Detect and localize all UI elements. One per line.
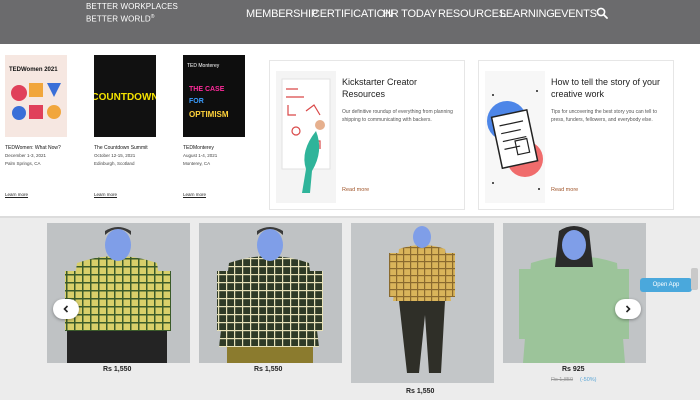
svg-text:FOR: FOR [189, 98, 204, 105]
event-date: October 12-15, 2021 [94, 153, 136, 158]
nav-item-hr-today[interactable]: HR TODAY [383, 0, 437, 28]
carousel-next-button[interactable] [615, 299, 641, 319]
product-photo [503, 223, 646, 363]
event-thumbnail: COUNTDOWN [94, 55, 156, 137]
event-learn-more-link[interactable]: Learn more [183, 192, 206, 197]
chevron-left-icon [63, 305, 69, 313]
product-photo [47, 223, 190, 363]
event-thumbnail: TEDWomen 2021 [5, 55, 67, 137]
product-discount: (-50%) [580, 377, 597, 383]
resource-read-more-link[interactable]: Read more [342, 187, 369, 193]
nav-item-resources[interactable]: RESOURCES [438, 0, 506, 28]
product-price: Rs 1,550 [103, 366, 132, 373]
resource-card[interactable]: Kickstarter Creator Resources Our defini… [269, 60, 465, 210]
event-learn-more-link[interactable]: Learn more [5, 192, 28, 197]
event-name: TEDWomen: What Now? [5, 145, 61, 151]
nav-label: MEMBERSHIP [246, 8, 318, 20]
event-thumb-title: TEDWomen 2021 [9, 67, 58, 73]
resource-title: How to tell the story of your creative w… [551, 77, 661, 99]
logo-line-2: BETTER WORLD® [86, 14, 155, 24]
event-card[interactable]: TEDWomen 2021 TEDWomen: What Now? Decemb… [5, 55, 69, 197]
event-place: Palm Springs, CA [5, 160, 41, 166]
product-card[interactable] [503, 223, 646, 363]
resource-illustration [485, 71, 545, 203]
event-name: The Countdown Summit [94, 145, 148, 151]
resource-card[interactable]: How to tell the story of your creative w… [478, 60, 674, 210]
event-learn-more-link[interactable]: Learn more [94, 192, 117, 197]
resource-title: Kickstarter Creator Resources [342, 77, 418, 99]
event-thumb-art: COUNTDOWN [94, 92, 156, 103]
event-place: Monterey, CA [183, 160, 211, 166]
event-thumbnail: TED Monterey THE CASE FOR OPTIMISM [183, 55, 245, 137]
product-old-price: Rs 1,850 [551, 377, 574, 383]
event-place: Edinburgh, Scotland [94, 160, 135, 166]
nav-label: EVENTS [554, 8, 597, 20]
logo-line-1: BETTER WORKPLACES [86, 2, 178, 11]
product-card[interactable] [199, 223, 342, 363]
product-price: Rs 1,550 [406, 388, 435, 395]
event-thumb-title: TED Monterey [187, 63, 220, 69]
search-icon[interactable] [596, 7, 608, 19]
nav-label: HR TODAY [383, 8, 438, 20]
page-scrollbar[interactable] [691, 268, 698, 290]
nav-item-certification[interactable]: CERTIFICATION [312, 0, 393, 28]
resource-illustration [276, 71, 336, 203]
event-card[interactable]: TED Monterey THE CASE FOR OPTIMISM TEDMo… [183, 55, 247, 197]
site-logo[interactable]: BETTER WORKPLACES BETTER WORLD® [86, 2, 178, 25]
nav-item-learning[interactable]: LEARNING [500, 0, 555, 28]
page: BETTER WORKPLACES BETTER WORLD® MEMBERSH… [0, 0, 700, 400]
event-date: August 1-4, 2021 [183, 153, 218, 158]
nav-label: CERTIFICATION [312, 8, 393, 20]
resource-read-more-link[interactable]: Read more [551, 187, 578, 193]
resource-description: Our definitive roundup of everything fro… [342, 109, 453, 123]
nav-item-events[interactable]: EVENTS [554, 0, 597, 28]
product-price: Rs 925 [562, 366, 585, 373]
svg-text:THE CASE: THE CASE [189, 86, 225, 93]
product-photo [351, 223, 494, 383]
event-card[interactable]: COUNTDOWN The Countdown Summit October 1… [94, 55, 158, 197]
top-navigation-bar: BETTER WORKPLACES BETTER WORLD® MEMBERSH… [0, 0, 700, 44]
chevron-right-icon [625, 305, 631, 313]
product-card[interactable] [351, 223, 494, 383]
section-divider [0, 216, 700, 218]
product-photo [199, 223, 342, 363]
product-card[interactable] [47, 223, 190, 363]
nav-label: LEARNING [500, 8, 555, 20]
resource-description: Tips for uncovering the best story you c… [551, 109, 657, 123]
carousel-prev-button[interactable] [53, 299, 79, 319]
nav-label: RESOURCES [438, 8, 506, 20]
product-price: Rs 1,550 [254, 366, 283, 373]
event-name: TEDMonterey [183, 145, 214, 151]
nav-item-membership[interactable]: MEMBERSHIP [246, 0, 318, 28]
event-date: December 1-3, 2021 [5, 153, 47, 158]
open-app-button[interactable]: Open App [640, 278, 692, 292]
svg-text:OPTIMISM: OPTIMISM [189, 110, 229, 119]
